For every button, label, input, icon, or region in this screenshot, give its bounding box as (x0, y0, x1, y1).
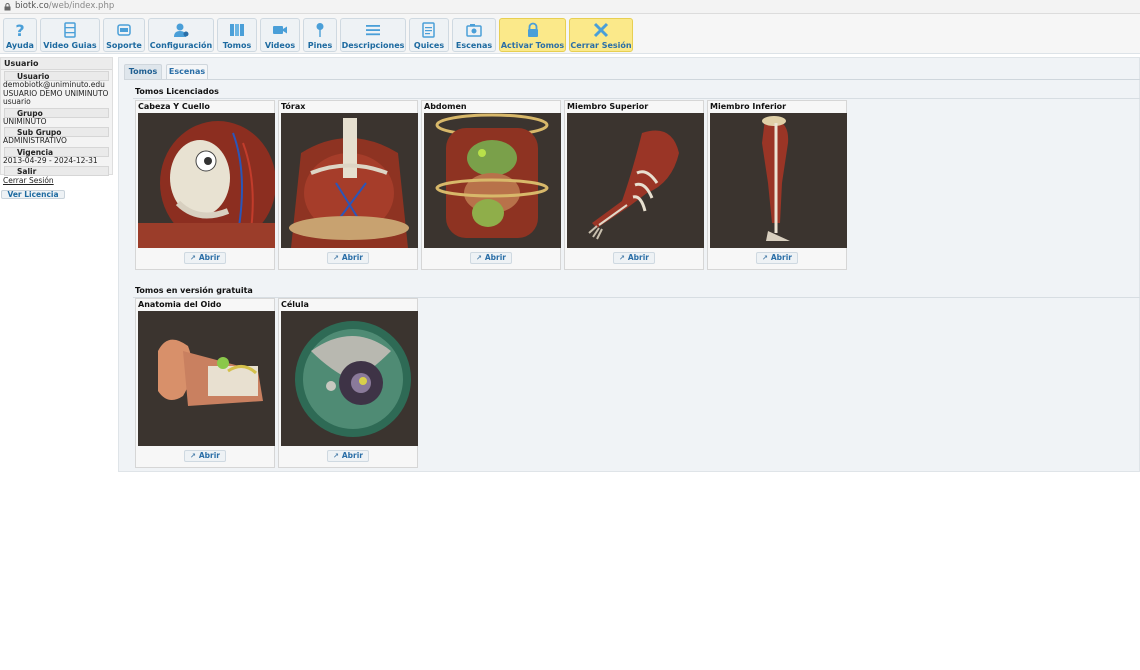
tomo-card: Miembro Superior ↗ Abrir (564, 100, 704, 270)
external-link-icon: ↗ (332, 254, 339, 262)
descriptions-button[interactable]: Descripciones (340, 18, 406, 52)
open-button[interactable]: ↗ Abrir (327, 450, 369, 462)
activate-tomos-button[interactable]: Activar Tomos (499, 18, 566, 52)
subgroup-value: ADMINISTRATIVO (3, 136, 67, 145)
scenes-button[interactable]: Escenas (452, 18, 496, 52)
thorax-thumbnail (281, 113, 418, 248)
external-link-icon: ↗ (475, 254, 482, 262)
settings-button[interactable]: Configuración (148, 18, 214, 52)
validity-value: 2013-04-29 - 2024-12-31 (3, 155, 98, 165)
support-icon (117, 24, 131, 36)
free-section-title: Tomos en versión gratuita (135, 286, 253, 295)
videos-button[interactable]: Videos (260, 18, 300, 52)
validity-label: Vigencia (4, 146, 109, 157)
external-link-icon: ↗ (761, 254, 768, 262)
close-x-icon (593, 22, 609, 38)
group-label: Grupo (4, 107, 109, 118)
books-icon (230, 24, 244, 36)
exit-label: Salir (4, 166, 109, 176)
external-link-icon: ↗ (189, 452, 196, 460)
external-link-icon: ↗ (618, 254, 625, 262)
list-icon (366, 25, 380, 36)
quiz-icon (422, 22, 435, 38)
main-toolbar: ? Ayuda Video Guias Soporte Configuració… (0, 14, 1140, 54)
tomo-card: Cabeza Y Cuello ↗ Abrir (135, 100, 275, 270)
head-neck-thumbnail (138, 113, 275, 248)
tomo-card: Anatomia del Oido ↗ Abrir (135, 298, 275, 468)
open-button[interactable]: ↗ Abrir (756, 252, 798, 264)
address-bar[interactable]: biotk.co/web/index.php (0, 0, 1140, 14)
card-title: Célula (281, 300, 309, 309)
lock-icon (4, 3, 11, 11)
user-role: usuario (3, 97, 31, 106)
logout-link[interactable]: Cerrar Sesión (1, 176, 112, 185)
tomo-card: Abdomen ↗ Abrir (421, 100, 561, 270)
card-title: Anatomia del Oido (138, 300, 222, 309)
tomo-card: Tórax ↗ Abrir (278, 100, 418, 270)
tab-divider (124, 79, 1140, 80)
card-title: Miembro Inferior (710, 102, 787, 111)
open-button[interactable]: ↗ Abrir (327, 252, 369, 264)
card-title: Cabeza Y Cuello (138, 102, 210, 111)
quizzes-button[interactable]: Quices (409, 18, 449, 52)
scene-icon (466, 24, 482, 37)
logout-button[interactable]: Cerrar Sesión (569, 18, 633, 52)
abdomen-thumbnail (424, 113, 561, 248)
film-icon (64, 22, 76, 38)
lock-icon (527, 22, 538, 37)
lower-limb-thumbnail (710, 113, 847, 248)
tab-tomos[interactable]: Tomos (124, 64, 162, 79)
group-value: UNIMINUTO (3, 116, 47, 126)
tomo-card: Célula ↗ Abrir (278, 298, 418, 468)
tomos-button[interactable]: Tomos (217, 18, 257, 52)
support-button[interactable]: Soporte (103, 18, 145, 52)
sidebar-header: Usuario (1, 58, 112, 70)
tomo-card: Miembro Inferior ↗ Abrir (707, 100, 847, 270)
external-link-icon: ↗ (332, 452, 339, 460)
video-camera-icon (273, 26, 287, 34)
card-title: Tórax (281, 102, 306, 111)
open-button[interactable]: ↗ Abrir (470, 252, 512, 264)
licensed-divider (133, 98, 1140, 99)
card-title: Miembro Superior (567, 102, 649, 111)
url-text: biotk.co/web/index.php (15, 1, 115, 11)
open-button[interactable]: ↗ Abrir (184, 252, 226, 264)
svg-text:?: ? (15, 22, 24, 38)
open-button[interactable]: ↗ Abrir (613, 252, 655, 264)
main-panel: Tomos Escenas Tomos Licenciados Cabeza Y… (118, 57, 1140, 472)
external-link-icon: ↗ (189, 254, 196, 262)
help-button[interactable]: ? Ayuda (3, 18, 37, 52)
ear-anatomy-thumbnail (138, 311, 275, 446)
upper-limb-thumbnail (567, 113, 704, 248)
user-gear-icon (174, 23, 189, 37)
user-sidebar: Usuario Usuario demobiotk@uniminuto.edu … (0, 57, 113, 185)
view-license-button[interactable]: Ver Licencia (1, 190, 65, 199)
question-icon: ? (15, 22, 24, 38)
open-button[interactable]: ↗ Abrir (184, 450, 226, 462)
pin-icon (316, 23, 324, 37)
tab-escenas[interactable]: Escenas (166, 64, 208, 79)
cell-thumbnail (281, 311, 418, 446)
video-guides-button[interactable]: Video Guias (40, 18, 100, 52)
card-title: Abdomen (424, 102, 467, 111)
licensed-section-title: Tomos Licenciados (135, 87, 219, 96)
pins-button[interactable]: Pines (303, 18, 337, 52)
